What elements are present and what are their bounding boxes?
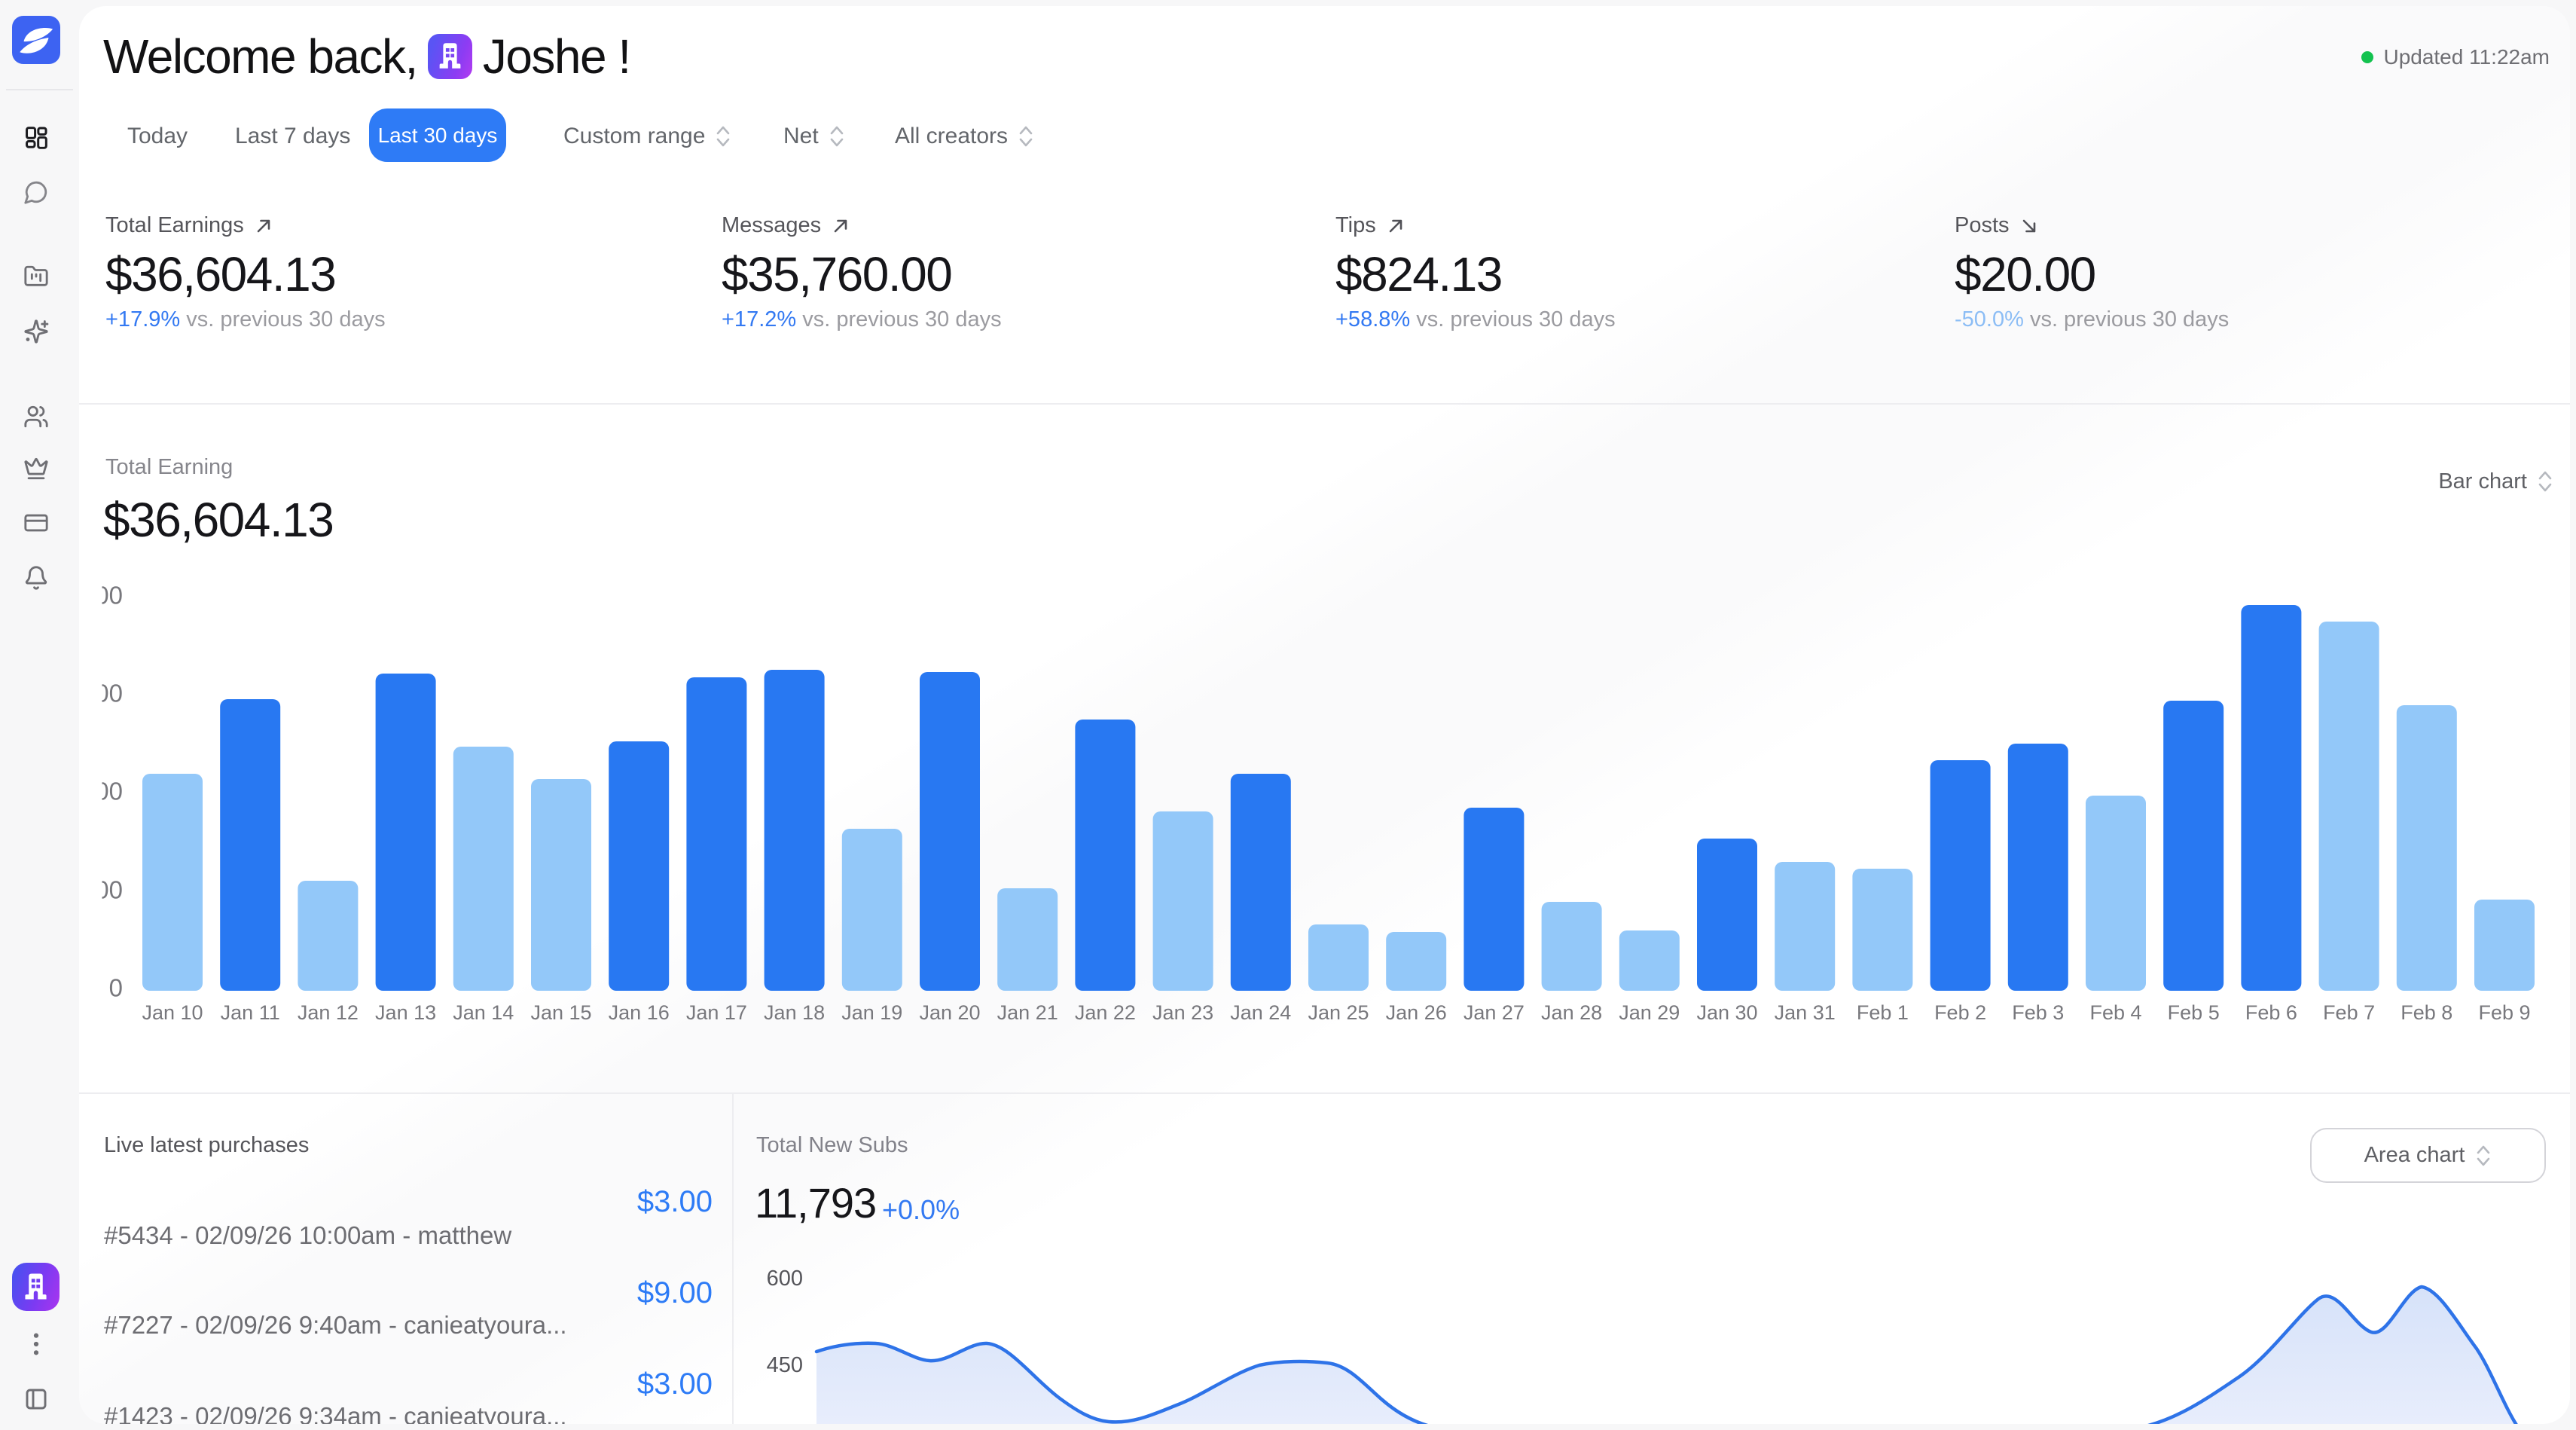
svg-text:Jan 12: Jan 12: [298, 1001, 359, 1024]
svg-text:0: 0: [109, 974, 123, 1002]
svg-text:Jan 11: Jan 11: [221, 1001, 280, 1024]
svg-text:Jan 28: Jan 28: [1541, 1001, 1602, 1024]
svg-text:Jan 15: Jan 15: [530, 1001, 591, 1024]
svg-text:Jan 26: Jan 26: [1386, 1001, 1447, 1024]
svg-text:Jan 10: Jan 10: [142, 1001, 203, 1024]
svg-text:Feb 6: Feb 6: [2245, 1001, 2297, 1024]
svg-text:Jan 16: Jan 16: [609, 1001, 670, 1024]
svg-text:Feb 9: Feb 9: [2478, 1001, 2530, 1024]
svg-text:Feb 4: Feb 4: [2089, 1001, 2141, 1024]
svg-text:Jan 20: Jan 20: [919, 1001, 980, 1024]
svg-text:Jan 14: Jan 14: [453, 1001, 514, 1024]
svg-text:Jan 29: Jan 29: [1619, 1001, 1680, 1024]
svg-text:Jan 21: Jan 21: [997, 1001, 1058, 1024]
svg-text:Jan 22: Jan 22: [1075, 1001, 1136, 1024]
svg-text:Feb 3: Feb 3: [2012, 1001, 2064, 1024]
svg-text:Jan 24: Jan 24: [1230, 1001, 1291, 1024]
svg-text:Feb 5: Feb 5: [2168, 1001, 2220, 1024]
svg-text:Jan 27: Jan 27: [1463, 1001, 1525, 1024]
svg-text:Jan 19: Jan 19: [841, 1001, 902, 1024]
svg-text:Feb 7: Feb 7: [2323, 1001, 2375, 1024]
svg-text:Jan 25: Jan 25: [1308, 1001, 1369, 1024]
svg-text:Jan 30: Jan 30: [1696, 1001, 1757, 1024]
svg-text:Jan 23: Jan 23: [1152, 1001, 1213, 1024]
svg-text:Jan 31: Jan 31: [1775, 1001, 1836, 1024]
svg-text:Feb 1: Feb 1: [1857, 1001, 1909, 1024]
svg-text:Jan 13: Jan 13: [375, 1001, 436, 1024]
svg-text:Feb 2: Feb 2: [1934, 1001, 1986, 1024]
svg-text:Jan 18: Jan 18: [764, 1001, 825, 1024]
svg-text:Feb 8: Feb 8: [2401, 1001, 2452, 1024]
svg-text:Jan 17: Jan 17: [686, 1001, 747, 1024]
